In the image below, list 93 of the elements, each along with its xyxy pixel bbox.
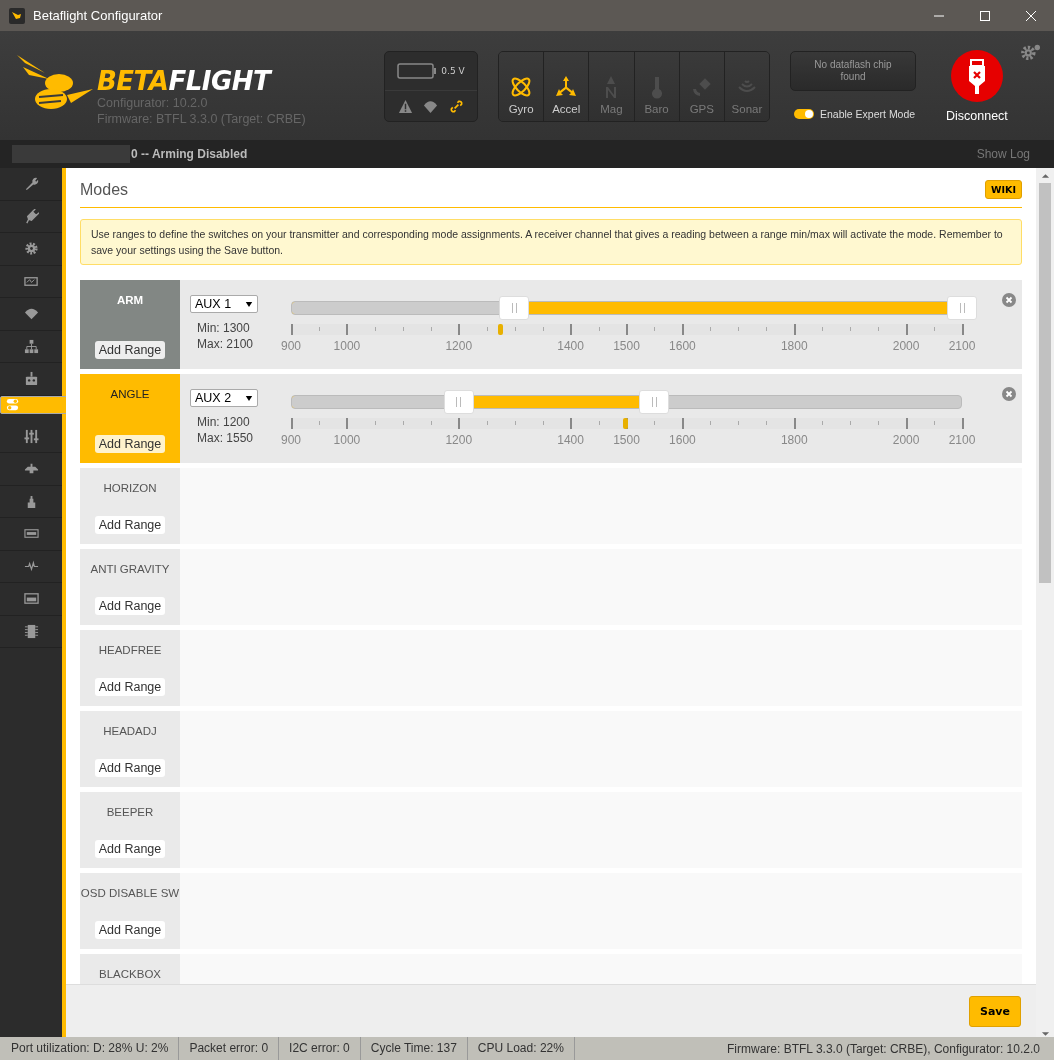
add-range-button[interactable]: Add Range: [94, 516, 166, 534]
scale-label: 2000: [892, 433, 920, 447]
scale-label: 1600: [669, 339, 696, 353]
mode-name: BLACKBOX: [99, 968, 161, 980]
add-range-button[interactable]: Add Range: [94, 341, 166, 359]
show-log-link[interactable]: Show Log: [976, 147, 1030, 161]
mode-name: HEADADJ: [103, 725, 157, 737]
sensor-label: Sonar: [731, 103, 763, 115]
footer-stat: Cycle Time: 137: [360, 1037, 468, 1060]
footer-stat: CPU Load: 22%: [467, 1037, 575, 1060]
sensor-label: Baro: [644, 103, 669, 115]
warning-icon: [398, 98, 414, 114]
channel-select[interactable]: AUX 1: [190, 295, 258, 313]
footer-version: Firmware: BTFL 3.3.0 (Target: CRBE), Configurator: 10.2.0: [727, 1041, 1041, 1056]
slider-handle[interactable]: [947, 296, 977, 320]
sliders-icon: [23, 428, 39, 444]
mode-name: ARM: [116, 294, 144, 306]
slider-handle[interactable]: [639, 390, 670, 414]
scale-label: 1500: [613, 433, 640, 447]
slider-handle[interactable]: [443, 390, 474, 414]
expert-mode-label: Enable Expert Mode: [820, 108, 916, 120]
sensor-label: Accel: [552, 103, 581, 115]
scale-label: 2000: [892, 339, 920, 353]
plug-icon: [23, 208, 39, 224]
scale-label: 1400: [557, 339, 584, 353]
usb-disconnect-icon[interactable]: [949, 49, 1004, 103]
remove-range-icon[interactable]: [1002, 387, 1016, 401]
scale-label: 1000: [333, 339, 361, 353]
mode-name: HORIZON: [103, 482, 157, 494]
mode-name: BEEPER: [106, 806, 154, 818]
range-min: Min: 1200: [197, 414, 250, 430]
mode-name: ANTI GRAVITY: [90, 563, 170, 575]
caret-icon: [245, 394, 253, 402]
add-range-button[interactable]: Add Range: [94, 840, 166, 858]
channel-select[interactable]: AUX 2: [190, 389, 258, 407]
slider-handle[interactable]: [499, 296, 530, 320]
dataflash-status: No dataflash chip found: [790, 51, 916, 91]
scale-label: 1800: [780, 339, 808, 353]
add-range-button[interactable]: Add Range: [94, 435, 166, 453]
pulse-icon: [23, 558, 39, 574]
page-title: Modes: [80, 180, 129, 199]
battery-icon: [397, 63, 438, 79]
network-icon: [23, 338, 39, 354]
arming-status: 0 -- Arming Disabled: [131, 147, 248, 161]
scrollbar[interactable]: [1036, 168, 1054, 1037]
disconnect-label[interactable]: Disconnect: [946, 109, 1008, 123]
scale-label: 1800: [780, 433, 808, 447]
add-range-button[interactable]: Add Range: [94, 678, 166, 696]
range-max: Max: 2100: [197, 336, 254, 352]
caret-icon: [245, 300, 253, 308]
add-range-button[interactable]: Add Range: [94, 597, 166, 615]
add-range-button[interactable]: Add Range: [94, 921, 166, 939]
toggles-icon: [5, 397, 20, 412]
link-icon: [448, 98, 464, 114]
scale-label: 1200: [445, 433, 473, 447]
settings-icon[interactable]: [1020, 43, 1042, 61]
mode-name: HEADFREE: [98, 644, 162, 656]
save-button[interactable]: Save: [969, 995, 1021, 1027]
wiki-button[interactable]: WIKI: [985, 180, 1022, 199]
maximize-icon[interactable]: [979, 9, 991, 22]
robot-icon: [23, 371, 39, 387]
logo-wordmark: BETAFLIGHT: [97, 66, 271, 96]
mode-name: ANGLE: [110, 388, 150, 400]
add-range-button[interactable]: Add Range: [94, 759, 166, 777]
scale-label: 1600: [669, 433, 696, 447]
close-icon[interactable]: [1025, 9, 1037, 22]
scale-label: 2100: [948, 433, 976, 447]
chip-icon: [23, 623, 39, 639]
footer-stat: Port utilization: D: 28% U: 2%: [0, 1037, 180, 1060]
scale-label: 1000: [333, 433, 361, 447]
sensor-label: GPS: [689, 103, 714, 115]
range-max: Max: 1550: [197, 430, 254, 446]
window-title: Betaflight Configurator: [33, 8, 163, 23]
sensor-label: Mag: [600, 103, 623, 115]
sensor-label: Gyro: [508, 103, 534, 115]
range-min: Min: 1300: [197, 320, 250, 336]
app-icon: [9, 7, 25, 24]
scale-label: 900: [281, 433, 301, 447]
wrench-icon: [23, 176, 39, 192]
footer-stat: I2C error: 0: [279, 1037, 361, 1060]
scale-label: 900: [281, 339, 301, 353]
battery-voltage: 0.5 V: [441, 66, 465, 76]
footer-stat: Packet error: 0: [179, 1037, 280, 1060]
scale-label: 1500: [613, 339, 640, 353]
gear-icon: [23, 241, 39, 257]
remove-range-icon[interactable]: [1002, 293, 1016, 307]
scale-label: 1200: [445, 339, 473, 353]
info-note: Use ranges to define the switches on your transmitter and corresponding mode assignments. A receiver channel that gives a reading between a range min/max will activate the mode. Remember to save your settings using the Save button.: [80, 219, 1022, 265]
expert-mode-toggle[interactable]: [794, 109, 814, 119]
scroll-up-icon[interactable]: [1040, 173, 1050, 179]
scale-label: 1400: [557, 433, 584, 447]
scale-label: 2100: [948, 339, 976, 353]
mode-name: OSD DISABLE SW: [80, 887, 180, 899]
